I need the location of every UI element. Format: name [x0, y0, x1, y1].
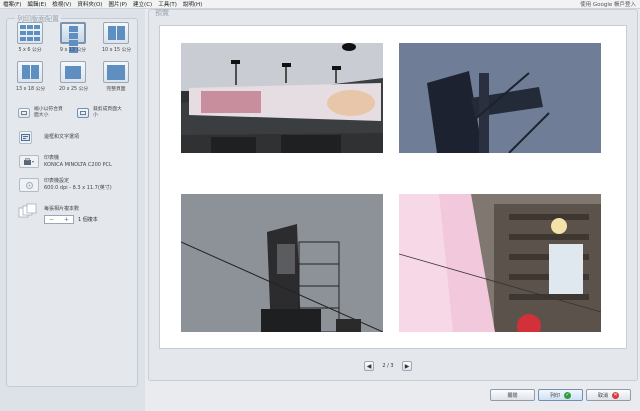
menu-picture[interactable]: 圖片(P) [105, 0, 130, 8]
print-button-label: 列印 [549, 392, 560, 399]
layout-label: 5 x 6 公分 [18, 48, 42, 53]
layout-thumb [60, 61, 86, 83]
layout-thumb [103, 61, 129, 83]
layout-label: 13 x 18 公分 [16, 87, 46, 92]
layout-thumb [17, 61, 43, 83]
print-button[interactable]: 列印 ✓ [538, 389, 583, 401]
cancel-x-icon: ✕ [612, 391, 619, 399]
layout-option-full-page[interactable]: 完整頁面 [102, 61, 130, 95]
copies-minus-button[interactable]: － [49, 216, 54, 223]
layout-label: 9 x 13 公分 [59, 48, 87, 53]
shrink-to-fit-icon[interactable] [18, 108, 30, 118]
border-text-options-link[interactable]: 邊框和文字選項 [44, 134, 79, 141]
close-button-label: 關閉 [507, 392, 518, 399]
printer-icon[interactable] [19, 155, 39, 168]
printer-settings-label: 印表機設定 [44, 178, 70, 184]
menu-file[interactable]: 檔案(F) [0, 0, 24, 8]
layout-option-10x15[interactable]: 10 x 15 公分 [102, 22, 132, 56]
chevron-right-icon: ▶ [404, 362, 410, 370]
preview-photo-3 [181, 194, 383, 332]
previous-page-button[interactable]: ◀ [364, 361, 374, 371]
layout-option-13x18[interactable]: 13 x 18 公分 [16, 61, 46, 95]
settings-icon[interactable] [19, 178, 39, 192]
menu-help[interactable]: 說明(H) [180, 0, 205, 8]
crop-to-fit-option[interactable]: 裁剪成頁面大小 [77, 107, 123, 119]
crop-to-fit-icon[interactable] [77, 108, 89, 118]
google-account-link[interactable]: 使用 Google 帳戶登入 [580, 0, 640, 8]
layout-thumb [17, 22, 43, 44]
copies-icon [18, 203, 38, 219]
copies-label: 每張相片複本數 [44, 206, 80, 212]
shrink-to-fit-label: 縮小以符合頁面大小 [34, 107, 63, 118]
copies-stepper-box: － ＋ [44, 215, 74, 224]
next-page-button[interactable]: ▶ [402, 361, 412, 371]
preview-page [159, 25, 627, 349]
page-navigator: ◀ 2 / 3 ▶ [364, 361, 412, 371]
layout-label: 20 x 25 公分 [59, 87, 89, 92]
printer-name[interactable]: KONICA MINOLTA C200 PCL [44, 162, 112, 169]
copies-value: 1 個複本 [78, 217, 98, 223]
menu-tools[interactable]: 工具(T) [155, 0, 180, 8]
page-indicator: 2 / 3 [382, 363, 394, 369]
menubar: 檔案(F) 編輯(E) 檢視(V) 資料夾(O) 圖片(P) 建立(C) 工具(… [0, 0, 640, 9]
menu-view[interactable]: 檢視(V) [49, 0, 74, 8]
print-options-panel: 列印版面配置 5 x 6 公分 9 x 13 公分 10 x 15 公分 13 … [0, 9, 145, 411]
layout-option-5x6[interactable]: 5 x 6 公分 [16, 22, 44, 56]
shrink-to-fit-option[interactable]: 縮小以符合頁面大小 [18, 107, 64, 119]
layout-thumb [103, 22, 129, 44]
copies-plus-button[interactable]: ＋ [64, 216, 69, 223]
copies-stepper: － ＋ 1 個複本 [44, 215, 98, 224]
layout-thumb-selected [60, 22, 86, 53]
preview-panel: 預覽 ◀ 2 / 3 ▶ [148, 9, 638, 381]
close-button[interactable]: 關閉 [490, 389, 535, 401]
checkmark-icon: ✓ [564, 391, 571, 399]
layout-label: 完整頁面 [106, 87, 126, 92]
crop-to-fit-label: 裁剪成頁面大小 [93, 107, 122, 118]
preview-photo-1 [181, 43, 383, 153]
layout-option-9x13[interactable]: 9 x 13 公分 [59, 22, 87, 56]
preview-photo-2 [399, 43, 601, 153]
layout-label: 10 x 15 公分 [102, 48, 132, 53]
printer-settings-value[interactable]: 600.0 dpi - 8.3 x 11.7(英寸) [44, 185, 112, 192]
text-frame-icon[interactable] [19, 131, 32, 144]
menu-create[interactable]: 建立(C) [130, 0, 155, 8]
preview-photo-4 [399, 194, 601, 332]
cancel-button-label: 取消 [597, 392, 608, 399]
layout-option-20x25[interactable]: 20 x 25 公分 [59, 61, 89, 95]
chevron-left-icon: ◀ [366, 362, 372, 370]
menu-edit[interactable]: 編輯(E) [24, 0, 49, 8]
menu-folder[interactable]: 資料夾(O) [74, 0, 105, 8]
cancel-button[interactable]: 取消 ✕ [586, 389, 631, 401]
preview-title: 預覽 [155, 9, 169, 17]
printer-label: 印表機 [44, 155, 60, 161]
